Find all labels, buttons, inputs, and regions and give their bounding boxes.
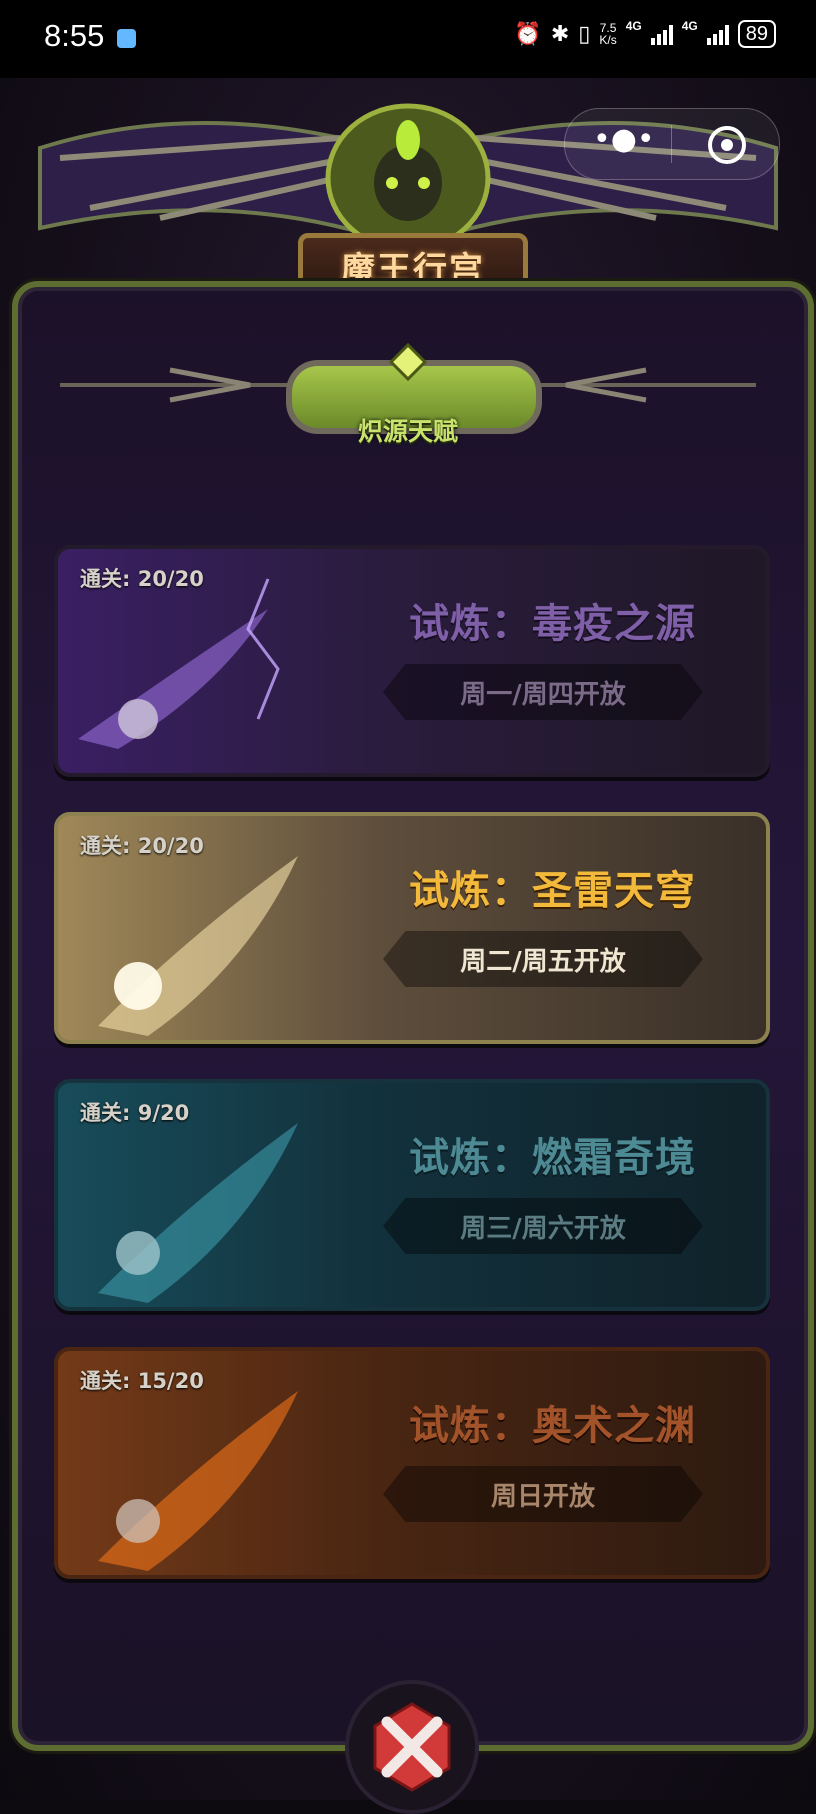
more-dots-icon[interactable]: •●• xyxy=(593,125,655,157)
trial-title: 试炼：燃霜奇境 xyxy=(409,1135,696,1181)
network-speed: 7.5 K/s xyxy=(599,21,617,47)
trial-title: 试炼：奥术之渊 xyxy=(409,1403,696,1449)
open-schedule: 周一/周四开放 xyxy=(383,664,703,720)
signal-icon xyxy=(650,23,673,45)
trial-title: 试炼：毒疫之源 xyxy=(409,601,696,647)
mini-program-menu: •●• xyxy=(564,108,780,180)
network-type-2: 4G xyxy=(681,19,698,33)
open-schedule: 周三/周六开放 xyxy=(383,1198,703,1254)
close-button[interactable] xyxy=(345,1680,479,1814)
open-schedule: 周日开放 xyxy=(383,1466,703,1522)
close-x-icon xyxy=(373,1702,451,1792)
subtitle-emblem: 炽源天赋 xyxy=(0,330,816,446)
signal-icon xyxy=(706,23,729,45)
open-schedule: 周二/周五开放 xyxy=(383,931,703,987)
clear-progress: 通关: 20/20 xyxy=(80,567,204,591)
clear-progress: 通关: 9/20 xyxy=(80,1101,190,1125)
menu-divider xyxy=(671,125,672,163)
vibrate-icon: ▯ xyxy=(578,21,591,46)
trial-card-frost[interactable]: 通关: 9/20 试炼：燃霜奇境 周三/周六开放 xyxy=(54,1079,770,1311)
trial-card-thunder[interactable]: 通关: 20/20 试炼：圣雷天穹 周二/周五开放 xyxy=(54,812,770,1044)
app-notification-icon xyxy=(117,29,136,48)
game-screen: 魔王行宫 炽源天赋 通关: 20/20 试炼：毒疫之源 周一/周四开放 通关: … xyxy=(0,78,816,1814)
subtitle-label: 炽源天赋 xyxy=(357,417,458,446)
clock: 8:55 xyxy=(44,18,105,53)
trial-title: 试炼：圣雷天穹 xyxy=(409,868,696,914)
trial-card-poison[interactable]: 通关: 20/20 试炼：毒疫之源 周一/周四开放 xyxy=(54,545,770,777)
network-type-1: 4G xyxy=(625,19,642,33)
trial-card-arcane[interactable]: 通关: 15/20 试炼：奥术之渊 周日开放 xyxy=(54,1347,770,1579)
status-icons: ⏰ ✱ ▯ 7.5 K/s 4G 4G 89 xyxy=(514,19,776,48)
battery-icon: 89 xyxy=(737,20,776,48)
bluetooth-icon: ✱ xyxy=(550,21,570,46)
status-bar: 8:55 ⏰ ✱ ▯ 7.5 K/s 4G 4G 89 xyxy=(0,0,816,78)
clear-progress: 通关: 20/20 xyxy=(80,834,204,858)
alarm-icon: ⏰ xyxy=(514,21,542,46)
clear-progress: 通关: 15/20 xyxy=(80,1369,204,1393)
target-icon[interactable] xyxy=(708,126,746,164)
